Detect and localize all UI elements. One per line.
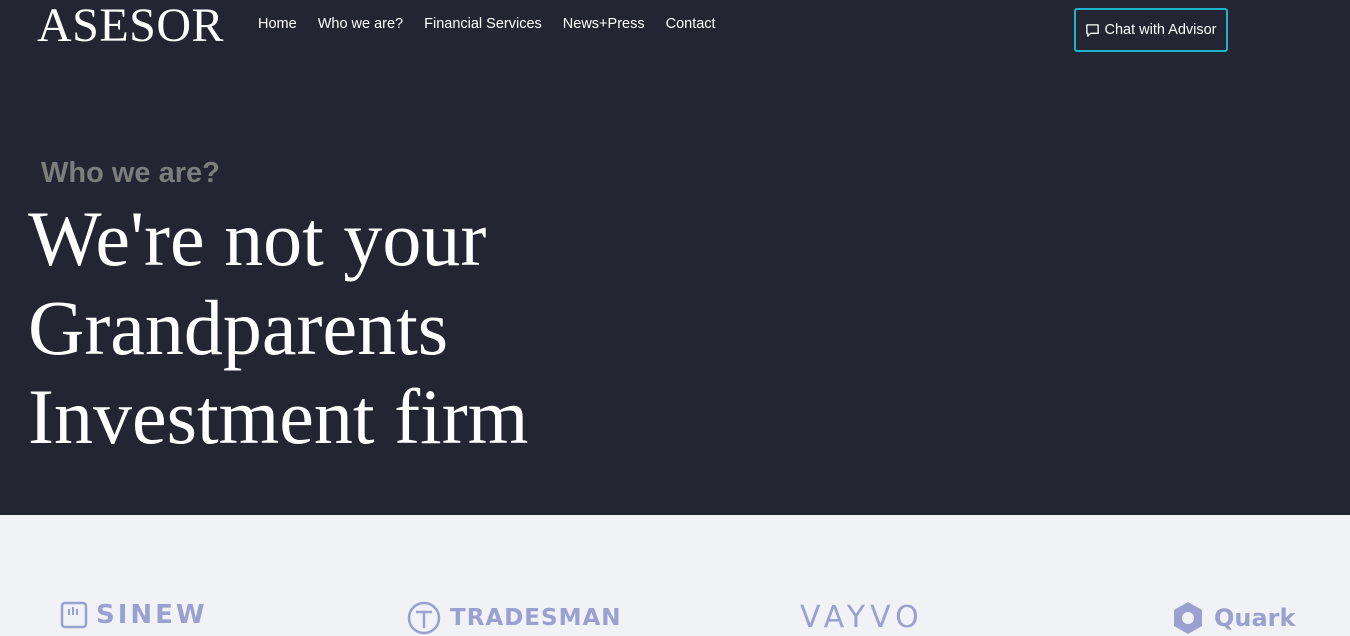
vayvo-wordmark: VAYVO <box>800 600 924 635</box>
hero-headline: We're not your Grandparents Investment f… <box>28 194 628 461</box>
nav-contact[interactable]: Contact <box>666 15 716 33</box>
section-eyebrow: Who we are? <box>41 157 220 189</box>
partner-logo-vayvo: VAYVO <box>800 600 924 635</box>
main-nav: Home Who we are? Financial Services News… <box>258 15 737 33</box>
hero-section: ASESOR Home Who we are? Financial Servic… <box>0 0 1350 515</box>
nav-who-we-are[interactable]: Who we are? <box>318 15 403 33</box>
quark-wordmark: Quark <box>1214 604 1296 632</box>
chat-with-advisor-button[interactable]: Chat with Advisor <box>1074 8 1228 52</box>
nav-financial-services[interactable]: Financial Services <box>424 15 542 33</box>
headline-line-2: Grandparents <box>28 284 449 371</box>
quark-mark-icon <box>1174 602 1202 634</box>
headline-line-3: Investment firm <box>28 373 529 460</box>
sinew-wordmark: SINEW <box>96 600 208 630</box>
headline-line-1: We're not your <box>28 195 487 282</box>
tradesman-mark-icon <box>407 601 441 635</box>
nav-home[interactable]: Home <box>258 15 297 33</box>
nav-news-press[interactable]: News+Press <box>563 15 645 33</box>
chat-bubble-icon <box>1086 23 1100 37</box>
chat-button-label: Chat with Advisor <box>1104 22 1217 38</box>
partner-logo-tradesman: TRADESMAN <box>406 600 622 636</box>
partner-logo-quark: Quark <box>1170 600 1295 636</box>
partner-logo-sinew: SINEW <box>60 600 208 630</box>
site-logo[interactable]: ASESOR <box>37 0 224 52</box>
tradesman-wordmark: TRADESMAN <box>450 605 622 631</box>
sinew-mark-icon <box>60 601 88 629</box>
